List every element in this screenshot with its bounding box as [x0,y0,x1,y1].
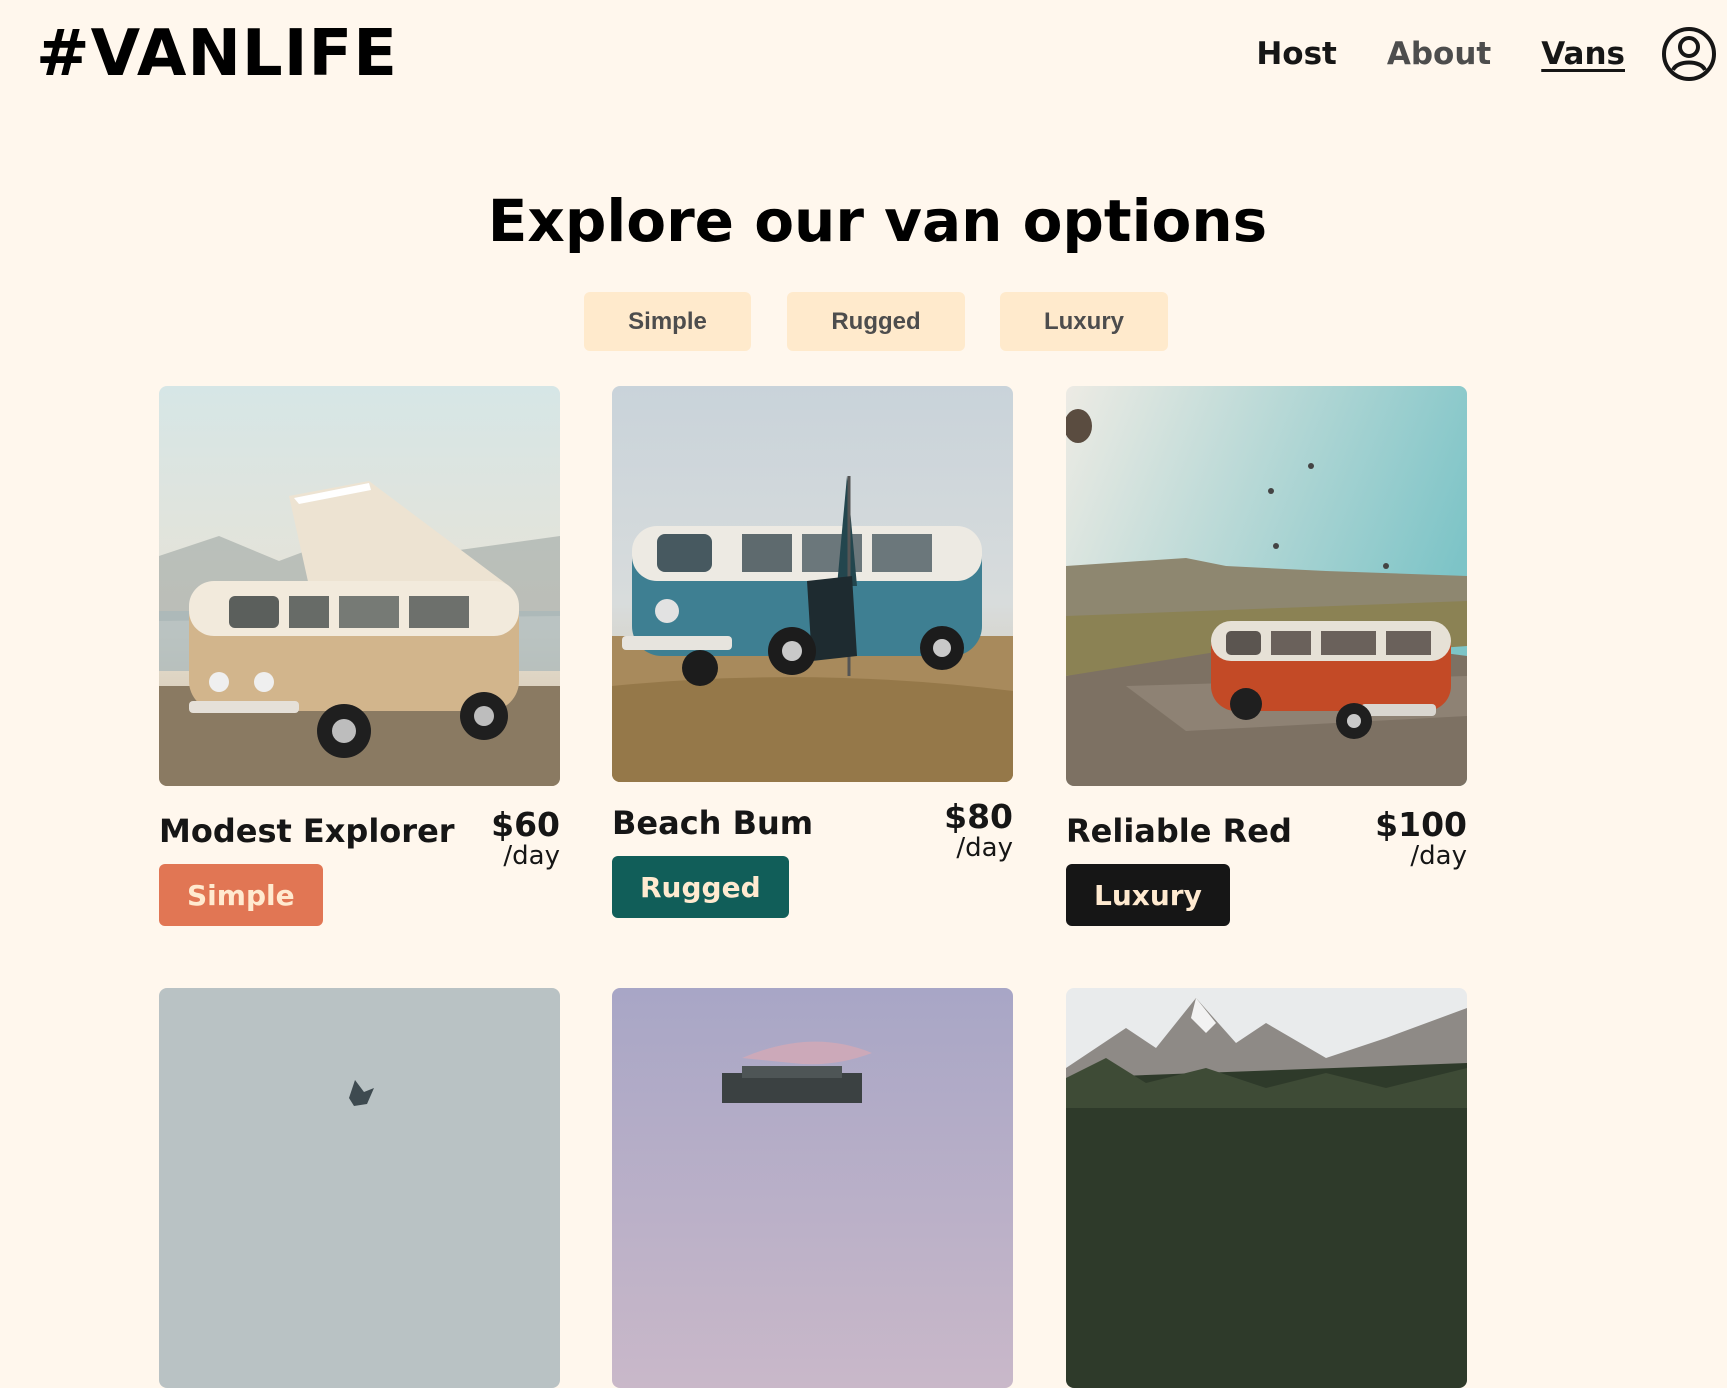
van-info: Reliable Red $100 /day Luxury [1066,805,1467,931]
van-name[interactable]: Beach Bum [612,803,813,843]
van-info: Beach Bum $80 /day Rugged [612,797,1013,923]
van-card-modest-explorer[interactable]: Modest Explorer $60 /day Simple [159,386,560,931]
site-logo[interactable]: #VANLIFE [36,14,398,94]
nav-about-link[interactable]: About [1387,28,1491,80]
page-title: Explore our van options [487,187,1268,255]
van-photo-beige-camper [159,386,560,786]
van-photo[interactable] [612,386,1013,782]
van-photo-red-camper [1066,386,1467,786]
van-type-badge[interactable]: Rugged [612,856,789,918]
van-type-badge[interactable]: Simple [159,864,323,926]
nav-host-link[interactable]: Host [1256,28,1337,80]
filter-luxury-button[interactable]: Luxury [1000,292,1168,351]
van-price: $80 /day [944,797,1013,863]
van-info: Modest Explorer $60 /day Simple [159,805,560,931]
van-card-row2-2[interactable] [612,988,1013,1388]
van-photo-gray-sky [159,988,560,1388]
van-photo[interactable] [159,386,560,786]
van-price-unit: /day [503,841,560,871]
van-photo-mountains [1066,988,1467,1388]
van-photo-purple-sky [612,988,1013,1388]
van-card-beach-bum[interactable]: Beach Bum $80 /day Rugged [612,386,1013,927]
nav-vans-link[interactable]: Vans [1541,28,1625,80]
van-card-row2-1[interactable] [159,988,560,1388]
filter-simple-button[interactable]: Simple [584,292,751,351]
van-card-reliable-red[interactable]: Reliable Red $100 /day Luxury [1066,386,1467,931]
main-nav: Host About Vans [1256,26,1717,82]
van-price-amount: $80 [944,797,1013,836]
van-name[interactable]: Modest Explorer [159,811,455,851]
van-photo[interactable] [159,988,560,1388]
van-price-unit: /day [1410,841,1467,871]
van-price-amount: $60 [491,805,560,844]
van-photo[interactable] [612,988,1013,1388]
van-price-amount: $100 [1375,805,1467,844]
van-card-row2-3[interactable] [1066,988,1467,1388]
van-price: $60 /day [491,805,560,871]
van-photo-blue-camper [612,386,1013,782]
user-avatar-icon[interactable] [1661,26,1717,82]
van-name[interactable]: Reliable Red [1066,811,1292,851]
van-price: $100 /day [1375,805,1467,871]
van-photo[interactable] [1066,988,1467,1388]
van-price-unit: /day [956,833,1013,863]
filter-rugged-button[interactable]: Rugged [787,292,965,351]
van-type-badge[interactable]: Luxury [1066,864,1230,926]
van-photo[interactable] [1066,386,1467,786]
